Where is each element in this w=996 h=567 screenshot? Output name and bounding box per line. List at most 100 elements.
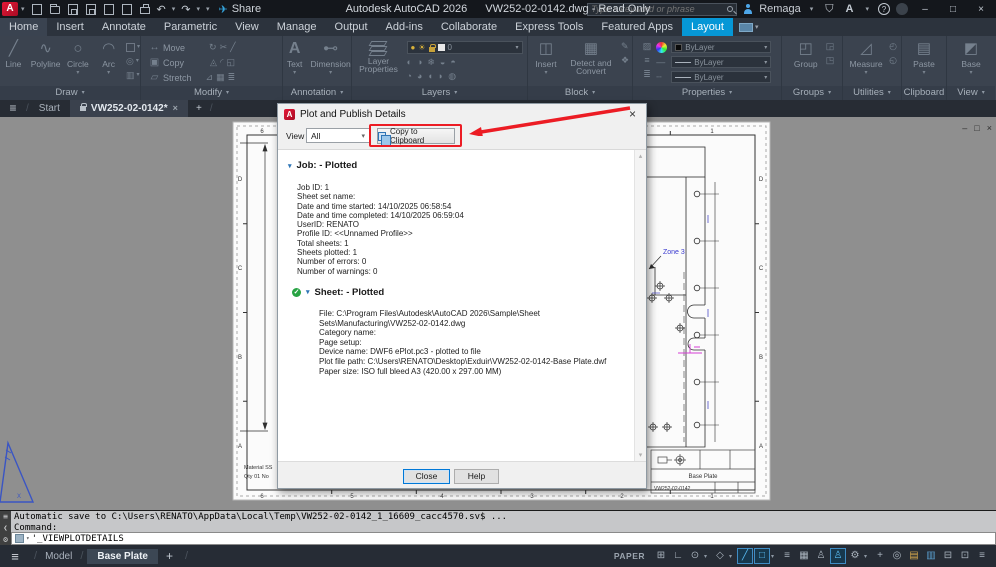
user-menu-caret-icon[interactable]: ▾ xyxy=(810,5,814,13)
command-collapse-icon[interactable]: ❮ xyxy=(3,524,7,532)
rectangle-icon[interactable] xyxy=(125,43,135,52)
autocad-logo-icon[interactable]: A xyxy=(2,2,18,16)
panel-modify-label[interactable]: Modify ▾ xyxy=(141,86,282,100)
circle-tool[interactable]: ○ Circle ▾ xyxy=(65,39,92,76)
hardware-acceleration-icon[interactable]: ▥ xyxy=(923,548,939,564)
linetype-dropdown[interactable]: ByLayer ▾ xyxy=(671,71,772,83)
etransmit-icon[interactable] xyxy=(121,3,132,15)
paste-tool[interactable]: ▤ Paste ▾ xyxy=(909,39,939,76)
osnap-caret-icon[interactable]: ▾ xyxy=(771,553,778,560)
color-dropdown[interactable]: ByLayer ▾ xyxy=(671,41,772,53)
layer-lock-tool-icon[interactable]: ◒ xyxy=(440,57,445,68)
save-as-icon[interactable] xyxy=(85,3,96,15)
sheet-section-header[interactable]: ✓ ▾ Sheet: - Plotted xyxy=(292,287,646,298)
tab-manage[interactable]: Manage xyxy=(268,18,326,36)
base-tool[interactable]: ◩ Base ▾ xyxy=(956,39,986,76)
qat-customize-caret-icon[interactable]: ▾ xyxy=(206,5,210,13)
undo-icon[interactable]: ↶ xyxy=(157,3,166,16)
isometric-caret-icon[interactable]: ▾ xyxy=(729,553,736,560)
viewport-minimize-icon[interactable]: – xyxy=(962,123,967,133)
tab-insert[interactable]: Insert xyxy=(47,18,93,36)
help-search[interactable] xyxy=(587,2,738,16)
job-collapse-icon[interactable]: ▾ xyxy=(288,162,292,170)
dialog-close-button[interactable]: × xyxy=(625,107,640,121)
paper-space-label[interactable]: PAPER xyxy=(614,551,645,561)
dialog-close-action-button[interactable]: Close xyxy=(403,469,450,484)
annotation-monitor-icon[interactable]: ▦ xyxy=(796,548,812,564)
stretch-tool[interactable]: ▱ Stretch ⊿ ▦ ≣ xyxy=(149,70,235,85)
copy-tool[interactable]: ▣ Copy ◬ ◜ ◱ xyxy=(149,55,235,70)
command-customize-icon[interactable]: ⚙ xyxy=(3,535,8,544)
scale-icon[interactable]: ⊿ xyxy=(206,72,214,83)
ungroup-icon[interactable]: ◲ xyxy=(826,41,835,52)
layer-freeze-icon[interactable]: ❄ xyxy=(427,57,435,68)
match-properties-icon[interactable]: ▨ xyxy=(643,41,652,52)
block-define-icon[interactable]: ❖ xyxy=(621,55,629,66)
osnap-tracking-icon[interactable]: ╱ xyxy=(737,548,753,564)
offset-icon[interactable]: ≣ xyxy=(228,72,236,83)
isometric-drafting-icon[interactable]: ◇ xyxy=(712,548,728,564)
scroll-up-icon[interactable]: ▴ xyxy=(639,152,643,160)
layer-off-icon[interactable]: ◐ xyxy=(407,57,412,68)
ribbon-display-toggle[interactable]: ▾ xyxy=(738,18,759,36)
viewport-close-icon[interactable]: × xyxy=(987,123,992,133)
layer-match-icon[interactable]: ◓ xyxy=(450,57,455,68)
group-tool[interactable]: ◰ Group xyxy=(790,39,822,69)
linetype-list-icon[interactable]: ≣ xyxy=(643,69,651,80)
lineweight-list-icon[interactable]: ≡ xyxy=(644,55,649,66)
customization-menu-icon[interactable]: ≡ xyxy=(974,548,990,564)
workspace-caret-icon[interactable]: ▾ xyxy=(864,553,871,560)
color-wheel-icon[interactable] xyxy=(656,41,668,53)
redo-icon[interactable]: ↷ xyxy=(181,3,190,16)
restore-button[interactable]: □ xyxy=(942,4,964,15)
copy-to-clipboard-button[interactable]: Copy to Clipboard xyxy=(377,127,455,146)
layer-state-icon[interactable]: ◍ xyxy=(448,71,456,82)
tab-add-ins[interactable]: Add-ins xyxy=(377,18,432,36)
layer-prev-icon[interactable]: ◔ xyxy=(407,71,412,82)
redo-caret-icon[interactable]: ▾ xyxy=(196,5,200,13)
close-button[interactable]: × xyxy=(970,4,992,15)
save-icon[interactable] xyxy=(67,3,78,15)
move-tool[interactable]: ↔ Move ↻ ✂ ╱ xyxy=(149,40,236,55)
command-recent-caret-icon[interactable]: ▾ xyxy=(26,535,30,542)
layout-tab-menu-icon[interactable]: ≡ xyxy=(0,549,30,564)
text-tool[interactable]: A Text ▾ xyxy=(283,39,306,76)
erase-icon[interactable]: ╱ xyxy=(230,42,235,53)
ortho-mode-icon[interactable]: ∟ xyxy=(670,548,686,564)
layer-thaw-all-icon[interactable]: ◖ xyxy=(427,71,432,82)
tab-express-tools[interactable]: Express Tools xyxy=(506,18,592,36)
lineweight-display-icon[interactable]: ≡ xyxy=(779,548,795,564)
command-history-icon[interactable]: ≡ xyxy=(3,512,8,521)
panel-utilities-label[interactable]: Utilities ▾ xyxy=(843,86,901,100)
dimension-tool[interactable]: ⊷ Dimension ▾ xyxy=(310,39,351,76)
user-name[interactable]: Remaga xyxy=(759,3,801,15)
tab-featured-apps[interactable]: Featured Apps xyxy=(592,18,682,36)
layer-unlock-icon[interactable]: ◗ xyxy=(438,71,443,82)
tab-view[interactable]: View xyxy=(226,18,268,36)
new-layout-button[interactable]: + xyxy=(166,549,173,563)
model-tab[interactable]: Model xyxy=(41,551,76,562)
panel-layers-label[interactable]: Layers ▾ xyxy=(352,86,527,100)
user-avatar-icon[interactable] xyxy=(743,4,753,14)
polyline-tool[interactable]: ∿ Polyline xyxy=(31,39,61,69)
autodesk-menu-caret-icon[interactable]: ▾ xyxy=(865,5,869,13)
tab-collaborate[interactable]: Collaborate xyxy=(432,18,506,36)
search-icon[interactable] xyxy=(727,6,734,12)
panel-groups-label[interactable]: Groups ▾ xyxy=(782,86,842,100)
isolate-objects-icon[interactable]: ◎ xyxy=(889,548,905,564)
open-file-icon[interactable] xyxy=(49,4,60,14)
snap-mode-icon[interactable]: ⊞ xyxy=(653,548,669,564)
panel-properties-label[interactable]: Properties ▾ xyxy=(633,86,781,100)
panel-block-label[interactable]: Block ▾ xyxy=(528,86,632,100)
command-input[interactable] xyxy=(31,533,992,544)
measure-tool[interactable]: ◿ Measure ▾ xyxy=(847,39,885,76)
share-button[interactable]: ✈ Share xyxy=(219,3,262,16)
file-tab-start[interactable]: Start xyxy=(29,100,70,117)
array-icon[interactable]: ▦ xyxy=(216,72,225,83)
scroll-down-icon[interactable]: ▾ xyxy=(639,451,643,459)
arc-tool[interactable]: ◠ Arc ▾ xyxy=(95,39,122,76)
autodesk-logo-icon[interactable]: A xyxy=(846,3,854,15)
hatch-icon[interactable]: ▥ xyxy=(126,70,135,81)
file-tab-menu-icon[interactable]: ≡ xyxy=(0,100,26,117)
help-icon[interactable]: ? xyxy=(878,3,890,15)
